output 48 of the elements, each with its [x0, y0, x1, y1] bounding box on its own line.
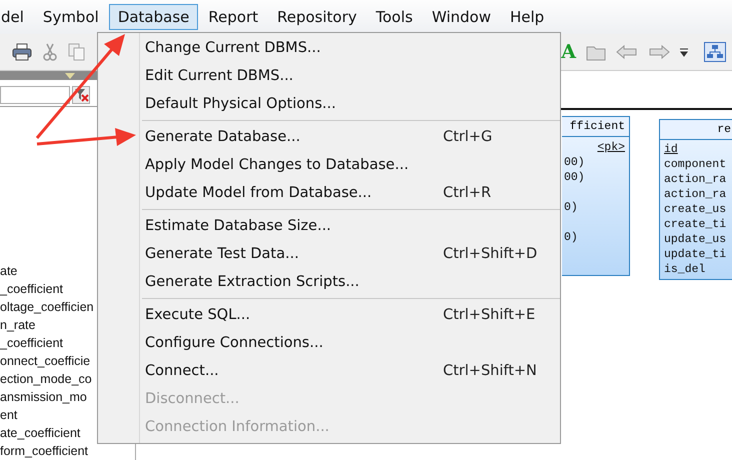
table-title: re — [717, 123, 731, 136]
table-title: fficient — [570, 120, 625, 133]
menu-bar-item[interactable]: Symbol — [34, 4, 108, 30]
menu-item[interactable]: Generate Database... Ctrl+G — [98, 123, 560, 151]
menu-item[interactable]: Configure Connections... — [98, 329, 560, 357]
diagram-icon[interactable] — [704, 42, 726, 62]
entity-table[interactable]: re id component action_ra action_ra create_us create_ti update_us update_ti is_del — [659, 119, 732, 280]
column-entry: create_ti — [664, 217, 728, 232]
left-arrow-icon[interactable] — [616, 44, 638, 60]
printer-icon[interactable] — [12, 43, 32, 61]
column-entry: 0) — [564, 200, 578, 215]
column-entry: 00) — [564, 170, 585, 185]
scissors-icon[interactable] — [42, 43, 58, 61]
menu-item[interactable]: Update Model from Database... Ctrl+R — [98, 179, 560, 207]
copy-icon[interactable] — [68, 43, 86, 61]
right-arrow-icon[interactable] — [648, 44, 670, 60]
column-entry: update_us — [664, 232, 728, 247]
menu-bar-item[interactable]: Repository — [268, 4, 366, 30]
column-entry: action_ra — [664, 187, 728, 202]
column-entry: id — [664, 142, 679, 157]
column-entry: create_us — [664, 202, 728, 217]
column-entry: is_del — [664, 262, 706, 277]
menu-item[interactable]: Change Current DBMS... — [98, 34, 560, 62]
menu-item[interactable]: Default Physical Options... — [98, 90, 560, 118]
column-entry: component — [664, 157, 728, 172]
overflow-caret-icon[interactable] — [680, 47, 688, 57]
column-entry: 0) — [564, 230, 578, 245]
menu-item[interactable]: Generate Test Data... Ctrl+Shift+D — [98, 240, 560, 268]
menu-item[interactable]: Estimate Database Size... — [98, 212, 560, 240]
tree-item[interactable]: form_coefficient — [0, 442, 135, 460]
menu-item[interactable]: Apply Model Changes to Database... — [98, 151, 560, 179]
column-entry: <pk> — [597, 140, 625, 155]
search-field[interactable] — [0, 86, 70, 104]
column-entry: action_ra — [664, 172, 728, 187]
menu-bar-item[interactable]: Help — [501, 4, 554, 30]
menu-bar-item[interactable]: del — [0, 4, 33, 30]
menu-item[interactable]: Connect... Ctrl+Shift+N — [98, 357, 560, 385]
menu-bar-item[interactable]: Window — [422, 4, 500, 30]
menu-bar-item[interactable]: Database — [108, 4, 198, 30]
dropdown-triangle-icon[interactable] — [65, 72, 75, 78]
menu-bar-item[interactable]: Report — [199, 4, 268, 30]
menu-bar-item[interactable]: Tools — [366, 4, 422, 30]
entity-table[interactable]: fficient <pk> 00) 00) 0) 0) — [562, 116, 630, 276]
menu-item[interactable]: Generate Extraction Scripts... — [98, 268, 560, 296]
column-entry: update_ti — [664, 247, 728, 262]
column-entry: 00) — [564, 155, 585, 170]
menu-item[interactable]: Edit Current DBMS... — [98, 62, 560, 90]
menu-item[interactable]: Execute SQL... Ctrl+Shift+E — [98, 301, 560, 329]
